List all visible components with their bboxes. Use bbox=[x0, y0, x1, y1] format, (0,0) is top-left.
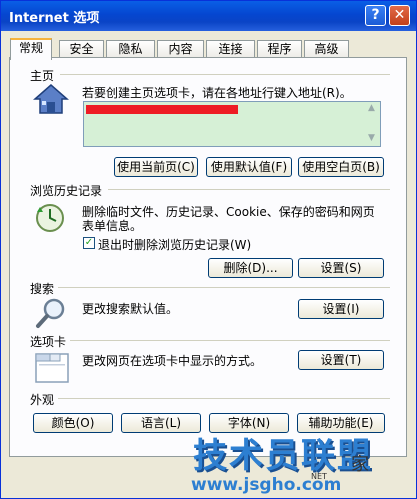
search-section-title: 搜索 bbox=[30, 282, 55, 296]
magnifier-icon bbox=[35, 296, 69, 333]
tabs-settings-button[interactable]: 设置(T) bbox=[298, 350, 384, 370]
title-bar[interactable]: Internet 选项 ? ✕ bbox=[1, 1, 416, 31]
delete-history-button[interactable]: 删除(D)... bbox=[208, 258, 293, 278]
search-settings-button[interactable]: 设置(I) bbox=[298, 299, 384, 319]
colors-button[interactable]: 颜色(O) bbox=[33, 413, 113, 433]
site-watermark: 技术员联盟 家 NET www.jsgho.com bbox=[185, 428, 417, 499]
tab-connections[interactable]: 连接 bbox=[206, 40, 255, 58]
watermark-suffix: 家 bbox=[351, 454, 369, 475]
search-divider bbox=[58, 287, 390, 288]
tab-programs[interactable]: 程序 bbox=[257, 40, 302, 58]
use-current-button[interactable]: 使用当前页(C) bbox=[114, 157, 198, 177]
history-clock-icon bbox=[34, 202, 68, 237]
use-default-button[interactable]: 使用默认值(F) bbox=[206, 157, 292, 177]
tabbed-window-icon bbox=[34, 350, 70, 387]
window-title: Internet 选项 bbox=[9, 11, 100, 26]
search-description: 更改搜索默认值。 bbox=[82, 302, 179, 316]
watermark-title: 技术员联盟 bbox=[193, 436, 373, 476]
redacted-url bbox=[86, 105, 238, 114]
homepage-description: 若要创建主页选项卡，请在各地址行键入地址(R)。 bbox=[82, 86, 352, 100]
house-icon bbox=[33, 83, 69, 118]
tabs-description: 更改网页在选项卡中显示的方式。 bbox=[82, 354, 263, 368]
homepage-url-textarea[interactable]: ▲ ▼ bbox=[83, 101, 381, 147]
tab-advanced[interactable]: 高级 bbox=[304, 40, 349, 58]
delete-on-exit-label[interactable]: 退出时删除浏览历史记录(W) bbox=[98, 236, 251, 253]
help-button[interactable]: ? bbox=[365, 5, 386, 26]
homepage-section-title: 主页 bbox=[30, 69, 55, 83]
history-settings-button[interactable]: 设置(S) bbox=[298, 258, 384, 278]
tab-content[interactable]: 内容 bbox=[157, 40, 204, 58]
watermark-url: www.jsgho.com bbox=[191, 475, 342, 495]
close-button[interactable]: ✕ bbox=[389, 5, 410, 26]
appearance-divider bbox=[58, 398, 390, 399]
tabs-section-title: 选项卡 bbox=[30, 335, 67, 349]
appearance-section-title: 外观 bbox=[30, 393, 55, 407]
use-blank-button[interactable]: 使用空白页(B) bbox=[298, 157, 384, 177]
history-divider bbox=[108, 189, 390, 190]
tab-privacy[interactable]: 隐私 bbox=[106, 40, 155, 58]
scroll-up-icon[interactable]: ▲ bbox=[368, 103, 375, 113]
tab-general[interactable]: 常规 bbox=[10, 38, 52, 60]
tabs-divider bbox=[70, 340, 390, 341]
tab-security[interactable]: 安全 bbox=[59, 40, 104, 58]
history-description-line2: 表单信息。 bbox=[82, 219, 143, 233]
scroll-down-icon[interactable]: ▼ bbox=[368, 133, 375, 143]
history-section-title: 浏览历史记录 bbox=[30, 184, 103, 198]
delete-on-exit-checkbox[interactable]: ✓ bbox=[83, 237, 95, 249]
url-scrollbar[interactable]: ▲ ▼ bbox=[365, 102, 380, 146]
homepage-divider bbox=[60, 74, 390, 75]
